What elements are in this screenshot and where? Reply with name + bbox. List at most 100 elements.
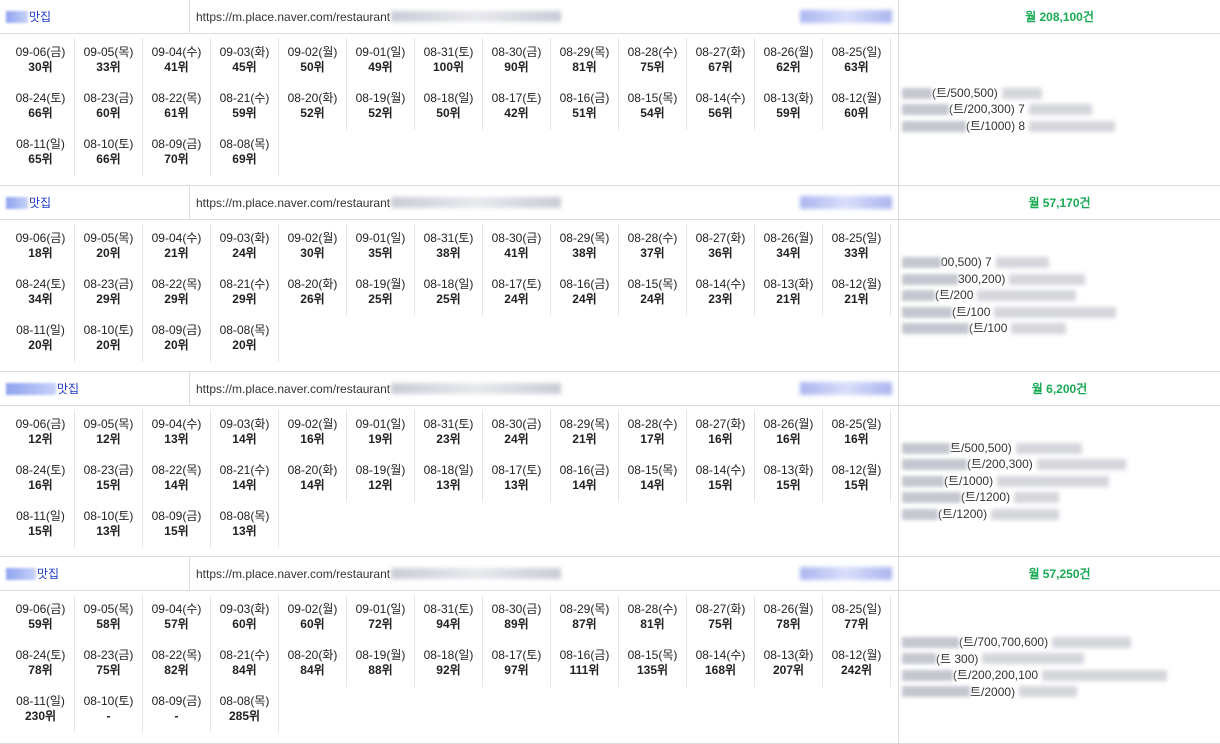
date-rank-cell: 08-09(금) - [143, 687, 211, 733]
date-rank-cell: 09-02(월) 60위 [279, 595, 347, 641]
date-label: 08-29(목) [559, 231, 610, 245]
date-rank-cell: 08-22(목) 82위 [143, 641, 211, 687]
rank-value: 135위 [636, 663, 669, 677]
date-label: 08-14(수) [695, 463, 746, 477]
date-label: 08-23(금) [83, 277, 134, 291]
keyword-note: 트/500,500) [902, 440, 1220, 457]
date-rank-cell: 08-31(토) 94위 [415, 595, 483, 641]
redacted-keyword [902, 492, 961, 503]
redacted-keyword [902, 636, 959, 648]
place-name-cell[interactable]: 맛집 [0, 372, 190, 405]
date-label: 08-26(월) [763, 45, 814, 59]
place-url[interactable]: https://m.place.naver.com/restaurant [196, 196, 390, 210]
date-rank-cell: 08-31(토) 38위 [415, 224, 483, 270]
date-label: 08-30(금) [491, 417, 542, 431]
place-name[interactable]: 맛집 [37, 565, 59, 582]
date-rank-cell: 09-01(일) 72위 [347, 595, 415, 641]
date-rank-cell: 09-01(일) 49위 [347, 38, 415, 84]
date-label: 08-14(수) [695, 91, 746, 105]
date-rank-cell: 08-28(수) 17위 [619, 410, 687, 456]
date-rank-cell: 08-25(일) 33위 [823, 224, 891, 270]
date-label: 08-21(수) [219, 277, 270, 291]
rank-value: 94위 [436, 617, 461, 631]
redacted-keyword [902, 104, 949, 115]
date-rank-cell: 09-05(목) 58위 [75, 595, 143, 641]
redacted-url [391, 11, 562, 22]
rank-value: 12위 [368, 478, 393, 492]
date-rank-cell: 08-25(일) 16위 [823, 410, 891, 456]
date-rank-cell: 08-12(월) 60위 [823, 84, 891, 130]
redacted-keyword [800, 567, 892, 580]
date-label: 08-08(목) [219, 137, 270, 151]
date-rank-cell: 08-26(월) 34위 [755, 224, 823, 270]
place-header: 맛집 https://m.place.naver.com/restaurant … [0, 0, 1220, 34]
date-label: 09-03(화) [219, 417, 270, 431]
note-text: (트/200,200,100 [953, 668, 1039, 682]
place-name[interactable]: 맛집 [29, 8, 51, 25]
date-label: 09-01(일) [355, 417, 406, 431]
redacted-detail [1011, 323, 1067, 334]
keyword-note: (트/100 [902, 304, 1220, 321]
place-url[interactable]: https://m.place.naver.com/restaurant [196, 567, 390, 581]
rank-value: 63위 [844, 60, 869, 74]
date-label: 08-17(토) [491, 91, 542, 105]
rank-value: 60위 [844, 106, 869, 120]
date-label: 09-05(목) [83, 417, 134, 431]
date-rank-cell: 08-22(목) 29위 [143, 270, 211, 316]
keyword-note: (트/1000) [902, 473, 1220, 490]
date-label: 09-04(수) [151, 231, 202, 245]
date-rank-cell: 08-16(금) 24위 [551, 270, 619, 316]
rank-value: 16위 [300, 432, 325, 446]
date-label: 08-21(수) [219, 463, 270, 477]
place-name-cell[interactable]: 맛집 [0, 557, 190, 590]
monthly-search-count: 월 57,170건 [1028, 196, 1091, 210]
place-name-cell[interactable]: 맛집 [0, 186, 190, 219]
rank-value: 49위 [368, 60, 393, 74]
place-name[interactable]: 맛집 [57, 380, 79, 397]
rank-value: 77위 [844, 617, 869, 631]
date-label: 08-24(토) [15, 648, 66, 662]
keyword-note: (트/100 [902, 320, 1220, 337]
date-label: 08-30(금) [491, 45, 542, 59]
keyword-note: (트/500,500) [902, 85, 1220, 102]
date-label: 08-24(토) [15, 463, 66, 477]
place-header: 맛집 https://m.place.naver.com/restaurant … [0, 186, 1220, 220]
keyword-note: (트 300) [902, 651, 1220, 668]
place-url[interactable]: https://m.place.naver.com/restaurant [196, 10, 390, 24]
date-rank-cell: 08-11(일) 15위 [7, 502, 75, 548]
date-label: 08-12(월) [831, 91, 882, 105]
note-text: (트/500,500) [932, 85, 998, 100]
date-rank-cell: 09-02(월) 50위 [279, 38, 347, 84]
date-rank-cell: 08-30(금) 41위 [483, 224, 551, 270]
date-label: 09-06(금) [15, 602, 66, 616]
place-block: 맛집 https://m.place.naver.com/restaurant … [0, 372, 1220, 557]
place-url[interactable]: https://m.place.naver.com/restaurant [196, 382, 390, 396]
redacted-detail [982, 653, 1085, 665]
place-name[interactable]: 맛집 [29, 194, 51, 211]
rank-value: 14위 [232, 478, 257, 492]
redacted-keyword [800, 10, 892, 23]
rank-value: 15위 [844, 478, 869, 492]
date-rank-cell: 08-23(금) 15위 [75, 456, 143, 502]
date-rank-cell: 08-21(수) 59위 [211, 84, 279, 130]
date-rank-cell: 08-21(수) 84위 [211, 641, 279, 687]
date-label: 08-09(금) [151, 137, 202, 151]
date-label: 08-28(수) [627, 231, 678, 245]
date-rank-cell: 08-31(토) 100위 [415, 38, 483, 84]
rank-value: 14위 [232, 432, 257, 446]
date-rank-cell: 08-25(일) 77위 [823, 595, 891, 641]
keyword-notes: (트/500,500) (트/200,300) 7 (트/1000) 8 [899, 34, 1220, 185]
rank-value: 19위 [368, 432, 393, 446]
monthly-search-count: 월 208,100건 [1025, 10, 1094, 24]
rank-value: 75위 [640, 60, 665, 74]
rank-value: 17위 [640, 432, 665, 446]
rank-value: 78위 [776, 617, 801, 631]
rank-value: 82위 [164, 663, 189, 677]
place-block: 맛집 https://m.place.naver.com/restaurant … [0, 0, 1220, 186]
date-rank-cell: 08-24(토) 78위 [7, 641, 75, 687]
place-name-cell[interactable]: 맛집 [0, 0, 190, 33]
rank-value: 60위 [232, 617, 257, 631]
date-rank-cell: 08-24(토) 16위 [7, 456, 75, 502]
rank-value: 20위 [164, 338, 189, 352]
rank-value: 23위 [708, 292, 733, 306]
